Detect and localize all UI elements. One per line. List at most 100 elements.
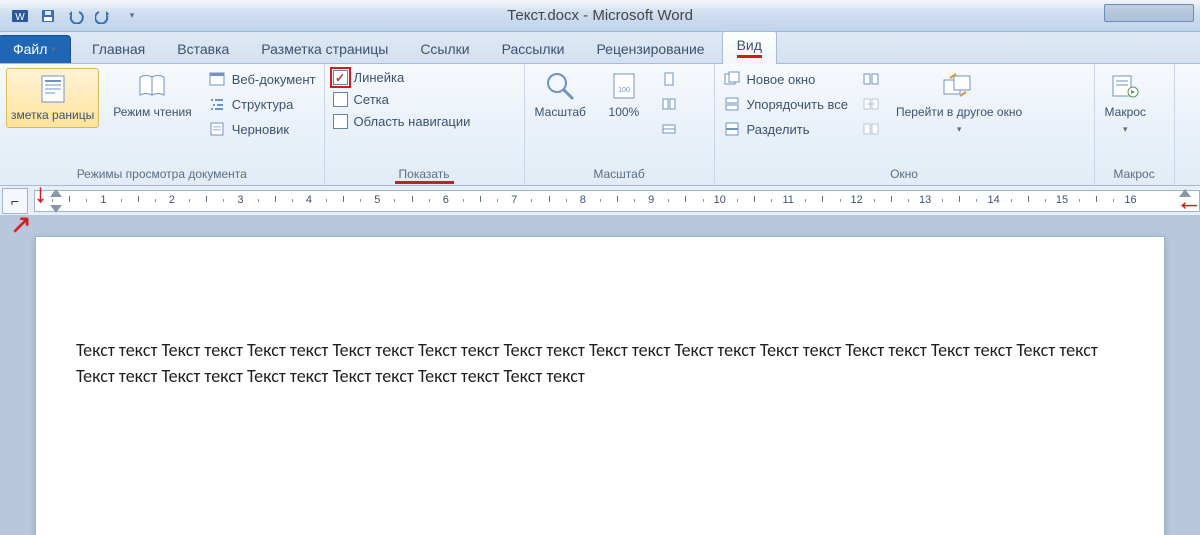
file-tab-label: Файл [13, 41, 47, 57]
zoom-100-icon: 100 [606, 70, 642, 102]
tab-review[interactable]: Рецензирование [581, 35, 719, 63]
ruler-number: 3 [237, 194, 243, 206]
web-layout-icon [208, 70, 226, 88]
reading-label: Режим чтения [113, 106, 191, 120]
draft-icon [208, 120, 226, 138]
macros-label: Макрос [1105, 106, 1146, 120]
nav-pane-toggle[interactable]: Область навигации [331, 112, 473, 131]
tab-view[interactable]: Вид [722, 31, 777, 64]
undo-icon[interactable] [66, 6, 86, 26]
ruler-number: 2 [169, 194, 175, 206]
window-title: Текст.docx - Microsoft Word [0, 7, 1200, 24]
macros-button[interactable]: Макрос ▾ [1101, 68, 1150, 137]
zoom-button[interactable]: Масштаб [531, 68, 590, 122]
split-icon [723, 120, 741, 138]
tab-home[interactable]: Главная [77, 35, 160, 63]
page-layout-label: зметка раницы [11, 109, 94, 123]
quick-access-toolbar: W ▾ [0, 6, 142, 26]
svg-text:W: W [15, 12, 25, 23]
body-text[interactable]: Текст текст Текст текст Текст текст Текс… [76, 337, 1124, 389]
ruler-number: 8 [580, 194, 586, 206]
document-area: Текст текст Текст текст Текст текст Текс… [0, 216, 1200, 535]
ribbon-tabs: Файл ▾ Главная Вставка Разметка страницы… [0, 32, 1200, 64]
page-width-button[interactable] [658, 118, 680, 140]
two-pages-icon [660, 95, 678, 113]
sync-scroll-button[interactable] [860, 93, 882, 115]
annotation-arrow-bottom-left: ↗ [10, 211, 32, 237]
web-layout-label: Веб-документ [232, 72, 316, 87]
zoom-100-button[interactable]: 100 100% [600, 68, 648, 122]
ruler-number: 14 [987, 194, 999, 206]
new-window-button[interactable]: Новое окно [721, 68, 850, 90]
ruler-number: 11 [782, 194, 793, 206]
chevron-down-icon: ▾ [1123, 124, 1128, 135]
save-icon[interactable] [38, 6, 58, 26]
ruler-checkbox[interactable] [333, 70, 348, 85]
arrange-all-label: Упорядочить все [747, 97, 848, 112]
ruler-number: 16 [1124, 194, 1136, 206]
zoom-icon [542, 70, 578, 102]
ruler-number: 6 [443, 194, 449, 206]
tab-references[interactable]: Ссылки [405, 35, 484, 63]
tab-insert[interactable]: Вставка [162, 35, 244, 63]
split-label: Разделить [747, 122, 810, 137]
two-pages-button[interactable] [658, 93, 680, 115]
annotation-arrow-right: ← [1176, 188, 1200, 214]
arrange-all-button[interactable]: Упорядочить все [721, 93, 850, 115]
zoom-100-label: 100% [609, 106, 640, 120]
chevron-down-icon: ▾ [51, 44, 56, 55]
sync-scroll-icon [862, 95, 880, 113]
zoom-label: Масштаб [535, 106, 586, 120]
ruler-number: 5 [374, 194, 380, 206]
gridlines-checkbox[interactable] [333, 92, 348, 107]
show-group-label: Показать [395, 167, 454, 184]
nav-label: Область навигации [354, 114, 471, 129]
page-layout-icon [35, 73, 71, 105]
redo-icon[interactable] [94, 6, 114, 26]
tab-mailings[interactable]: Рассылки [487, 35, 580, 63]
reading-icon [134, 70, 170, 102]
outline-label: Структура [232, 97, 294, 112]
reading-view-button[interactable]: Режим чтения [109, 68, 195, 122]
group-window: Новое окно Упорядочить все Разделить [715, 64, 1095, 185]
reset-pos-icon [862, 120, 880, 138]
ruler-number: 15 [1056, 194, 1068, 206]
one-page-icon [660, 70, 678, 88]
tab-layout[interactable]: Разметка страницы [246, 35, 403, 63]
window-group-label: Окно [721, 165, 1088, 185]
hanging-indent-marker[interactable] [50, 205, 62, 213]
macros-icon [1107, 70, 1143, 102]
annotation-arrow-left: ↓ [34, 180, 47, 206]
first-line-indent-marker[interactable] [50, 189, 62, 197]
reset-pos-button[interactable] [860, 118, 882, 140]
one-page-button[interactable] [658, 68, 680, 90]
ribbon: зметка раницы Режим чтения Веб-документ [0, 64, 1200, 186]
outline-button[interactable]: Структура [206, 93, 318, 115]
gridlines-toggle[interactable]: Сетка [331, 90, 473, 109]
ruler-number: 12 [851, 194, 863, 206]
group-zoom: Масштаб 100 100% [525, 64, 715, 185]
minimize-button[interactable] [1104, 4, 1194, 22]
draft-label: Черновик [232, 122, 289, 137]
ruler-number: 1 [100, 194, 106, 206]
outline-icon [208, 95, 226, 113]
svg-text:100: 100 [618, 87, 630, 94]
page-layout-view-button[interactable]: зметка раницы [6, 68, 99, 128]
nav-checkbox[interactable] [333, 114, 348, 129]
ruler-number: 7 [511, 194, 517, 206]
switch-windows-button[interactable]: Перейти в другое окно ▾ [892, 68, 1026, 137]
zoom-group-label: Масштаб [531, 165, 708, 185]
title-bar: W ▾ Текст.docx - Microsoft Word [0, 0, 1200, 32]
new-window-label: Новое окно [747, 72, 816, 87]
switch-windows-label: Перейти в другое окно [896, 106, 1022, 120]
qat-dropdown-icon[interactable]: ▾ [122, 6, 142, 26]
ruler-toggle[interactable]: Линейка [331, 68, 473, 87]
views-group-label: Режимы просмотра документа [6, 165, 318, 185]
view-side-button[interactable] [860, 68, 882, 90]
split-button[interactable]: Разделить [721, 118, 850, 140]
web-layout-button[interactable]: Веб-документ [206, 68, 318, 90]
horizontal-ruler[interactable]: 12345678910111213141516 [34, 190, 1200, 212]
document-page[interactable]: Текст текст Текст текст Текст текст Текс… [35, 236, 1165, 535]
file-tab[interactable]: Файл ▾ [0, 35, 71, 63]
draft-button[interactable]: Черновик [206, 118, 318, 140]
